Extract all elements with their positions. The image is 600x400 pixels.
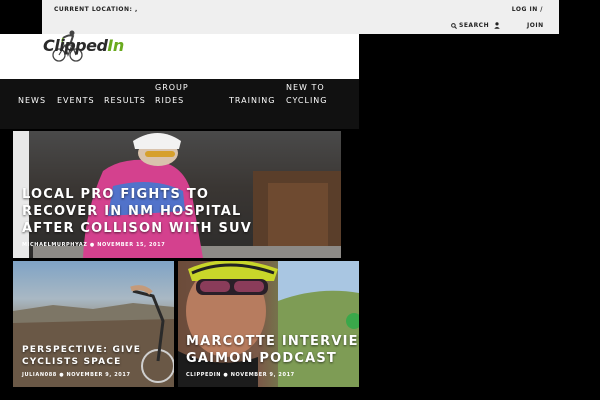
- article-author[interactable]: CLIPPEDIN: [186, 372, 221, 378]
- article-date: NOVEMBER 15, 2017: [97, 242, 166, 248]
- article-card[interactable]: PERSPECTIVE: GIVE CYCLISTS SPACE JULIAN0…: [13, 261, 174, 387]
- search-icon: [451, 22, 457, 29]
- site-logo[interactable]: ClippedIn: [43, 36, 124, 55]
- page: CURRENT LOCATION: , LOG IN / SEARCH JOIN…: [0, 0, 600, 400]
- nav-item-events[interactable]: EVENTS: [57, 94, 95, 107]
- article-date: NOVEMBER 9, 2017: [66, 372, 131, 378]
- article-meta: JULIAN088 ● NOVEMBER 9, 2017: [22, 372, 131, 378]
- nav-item-results[interactable]: RESULTS: [104, 94, 146, 107]
- main-navigation: NEWS EVENTS RESULTS GROUP RIDES TRAINING…: [0, 79, 359, 129]
- join-link[interactable]: JOIN: [527, 22, 544, 29]
- current-location: CURRENT LOCATION: ,: [54, 6, 138, 13]
- login-link[interactable]: LOG IN /: [512, 6, 543, 13]
- nav-item-training[interactable]: TRAINING: [229, 94, 275, 107]
- nav-item-new-to-cycling[interactable]: NEW TO CYCLING: [286, 81, 336, 107]
- user-icon[interactable]: [493, 21, 501, 30]
- article-author[interactable]: MICHAELMURPHYAZ: [22, 242, 88, 248]
- article-headline[interactable]: LOCAL PRO FIGHTS TO RECOVER IN NM HOSPIT…: [22, 186, 282, 237]
- article-headline[interactable]: MARCOTTE INTERVIEW ON GAIMON PODCAST: [186, 333, 359, 367]
- article-date: NOVEMBER 9, 2017: [230, 372, 295, 378]
- search-label: SEARCH: [459, 22, 490, 29]
- article-image: [178, 261, 359, 387]
- logo-text-accent: In: [107, 36, 124, 55]
- meta-separator-icon: ●: [223, 372, 231, 378]
- article-meta: MICHAELMURPHYAZ ● NOVEMBER 15, 2017: [22, 242, 165, 248]
- featured-article-card[interactable]: LOCAL PRO FIGHTS TO RECOVER IN NM HOSPIT…: [13, 131, 341, 258]
- article-meta: CLIPPEDIN ● NOVEMBER 9, 2017: [186, 372, 295, 378]
- article-headline[interactable]: PERSPECTIVE: GIVE CYCLISTS SPACE: [22, 344, 162, 368]
- logo-text-main: Clipped: [43, 36, 108, 55]
- nav-item-news[interactable]: NEWS: [18, 94, 46, 107]
- search-button[interactable]: SEARCH: [451, 22, 489, 29]
- article-image: [13, 261, 174, 387]
- article-author[interactable]: JULIAN088: [22, 372, 57, 378]
- meta-separator-icon: ●: [59, 372, 67, 378]
- article-card[interactable]: MARCOTTE INTERVIEW ON GAIMON PODCAST CLI…: [178, 261, 359, 387]
- nav-item-group-rides[interactable]: GROUP RIDES: [155, 81, 210, 107]
